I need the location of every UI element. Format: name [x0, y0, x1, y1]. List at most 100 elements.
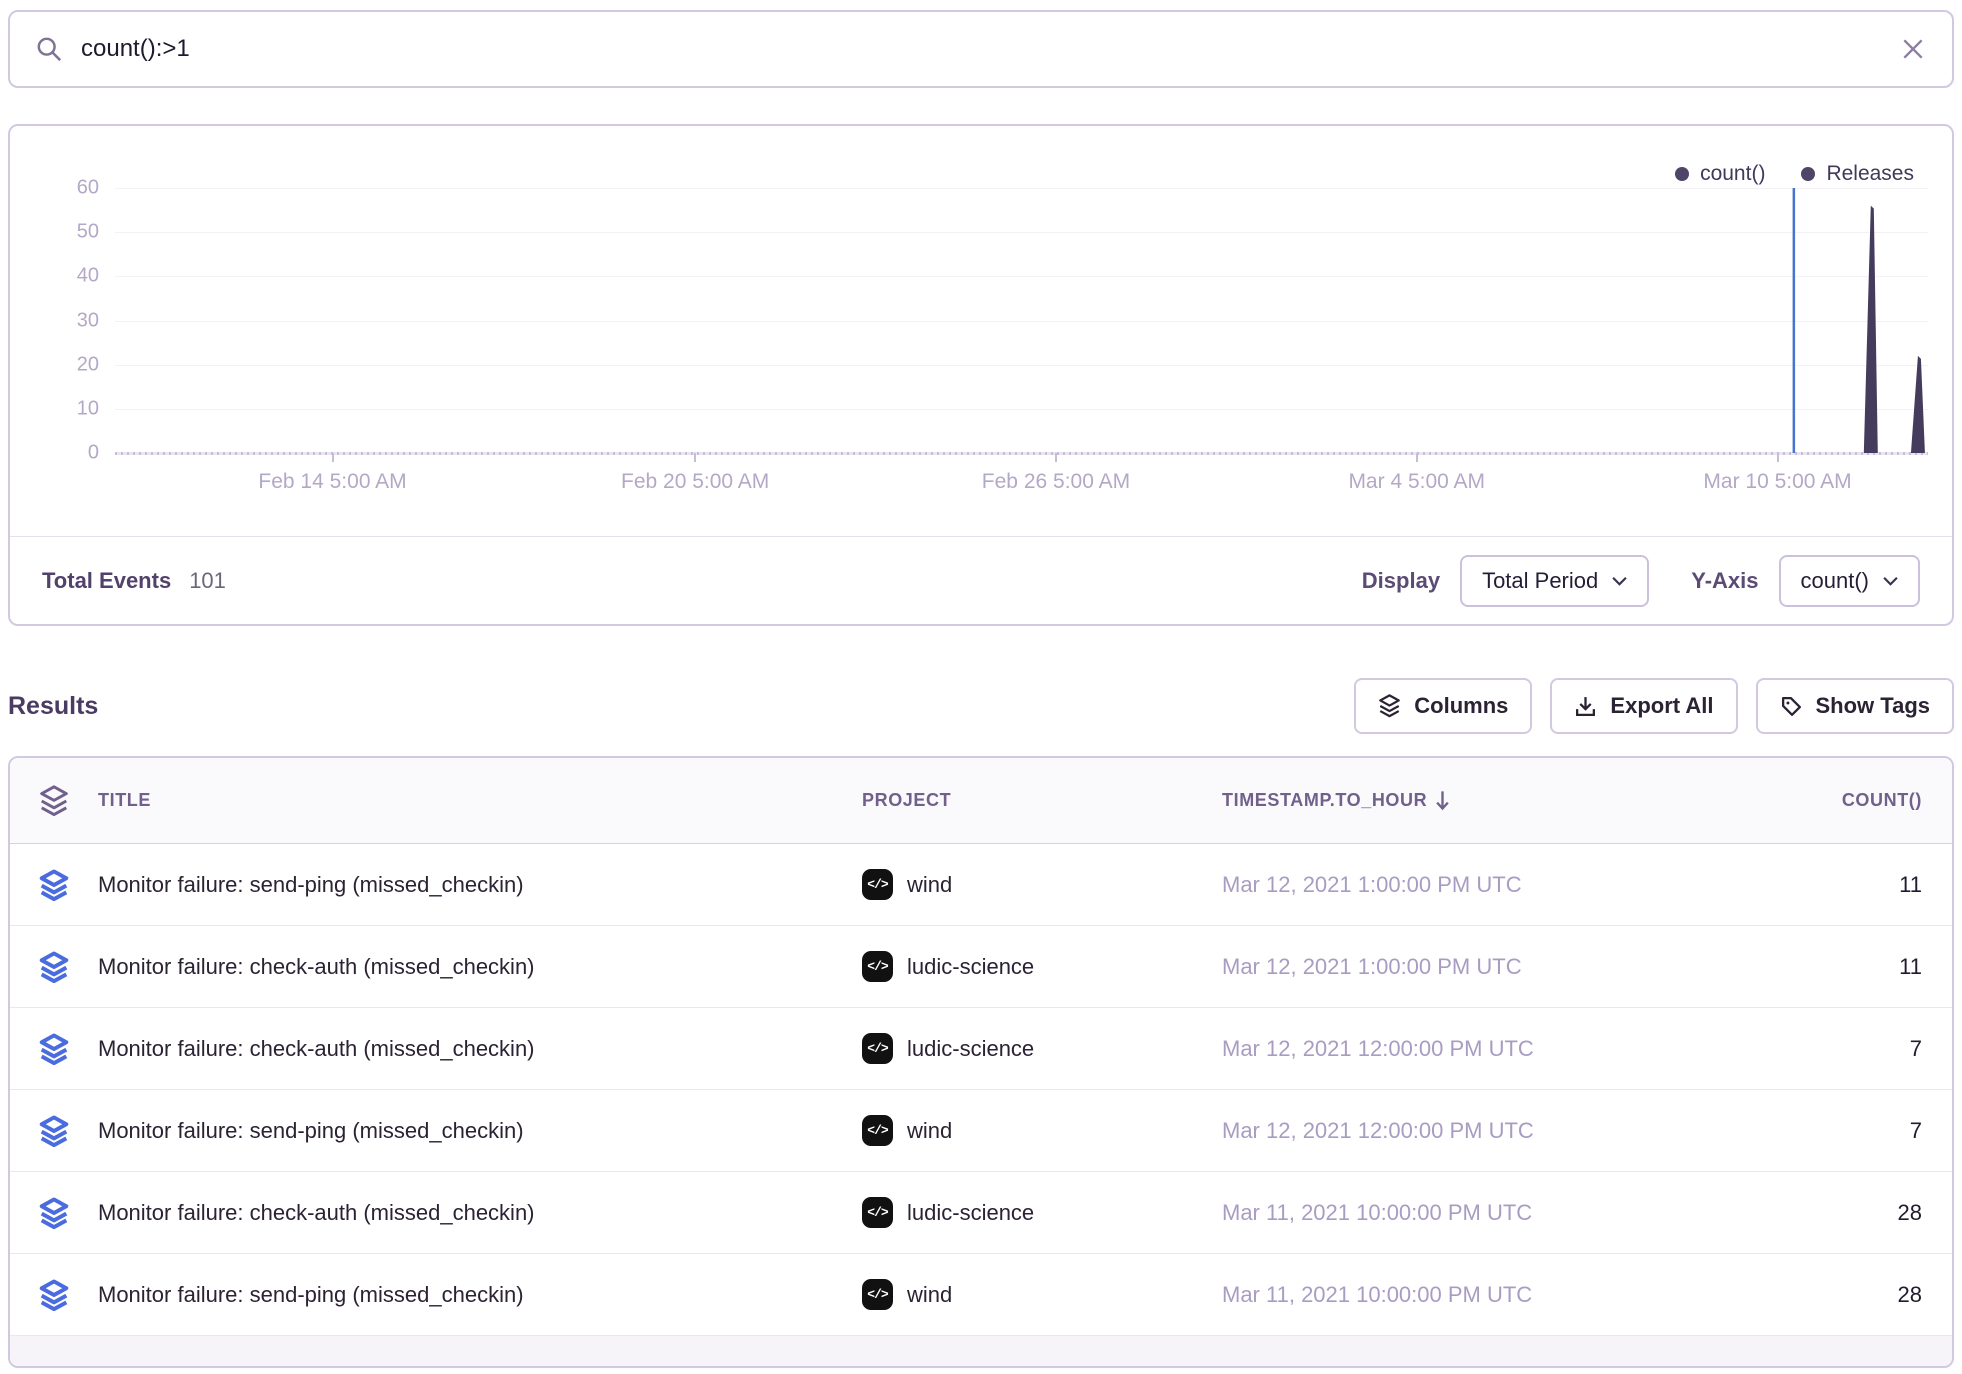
- platform-code-icon: </>: [862, 1115, 893, 1146]
- sort-desc-arrow-icon: [1435, 790, 1450, 812]
- row-stack-icon[interactable]: [10, 1197, 98, 1229]
- results-bar: Results Columns Export All Show Tags: [8, 678, 1954, 734]
- legend-label-releases: Releases: [1826, 162, 1914, 186]
- x-axis-tick-label: Mar 4 5:00 AM: [1348, 470, 1485, 494]
- x-axis-tick-mark: [1416, 453, 1418, 462]
- row-title[interactable]: Monitor failure: send-ping (missed_check…: [98, 872, 862, 898]
- legend-label-count: count(): [1700, 162, 1765, 186]
- row-timestamp: Mar 12, 2021 1:00:00 PM UTC: [1222, 954, 1730, 980]
- row-stack-icon[interactable]: [10, 1033, 98, 1065]
- column-header-timestamp-label: TIMESTAMP.TO_HOUR: [1222, 790, 1427, 811]
- row-stack-icon[interactable]: [10, 1279, 98, 1311]
- column-header-project[interactable]: PROJECT: [862, 790, 1222, 811]
- project-name: wind: [907, 1118, 952, 1144]
- legend-item-count[interactable]: count(): [1675, 162, 1765, 186]
- row-stack-icon[interactable]: [10, 869, 98, 901]
- row-project: </> ludic-science: [862, 1197, 1222, 1228]
- column-header-timestamp[interactable]: TIMESTAMP.TO_HOUR: [1222, 790, 1730, 812]
- row-timestamp: Mar 12, 2021 12:00:00 PM UTC: [1222, 1118, 1730, 1144]
- row-title[interactable]: Monitor failure: check-auth (missed_chec…: [98, 1200, 862, 1226]
- column-header-count[interactable]: COUNT(): [1730, 790, 1952, 811]
- count-series-spike[interactable]: [1864, 206, 1878, 453]
- results-heading: Results: [8, 692, 98, 721]
- row-timestamp: Mar 12, 2021 1:00:00 PM UTC: [1222, 872, 1730, 898]
- row-project: </> wind: [862, 869, 1222, 900]
- row-count: 7: [1730, 1036, 1952, 1062]
- chart-legend[interactable]: count() Releases: [1675, 162, 1914, 186]
- table-body: Monitor failure: send-ping (missed_check…: [10, 844, 1952, 1336]
- header-stack-icon[interactable]: [10, 785, 98, 817]
- platform-code-icon: </>: [862, 1279, 893, 1310]
- search-icon: [36, 36, 63, 63]
- row-count: 28: [1730, 1200, 1952, 1226]
- row-count: 11: [1730, 954, 1952, 980]
- display-dropdown-value: Total Period: [1482, 568, 1598, 594]
- table-row[interactable]: Monitor failure: check-auth (missed_chec…: [10, 926, 1952, 1008]
- x-axis-tick-mark: [1777, 453, 1779, 462]
- results-table: TITLE PROJECT TIMESTAMP.TO_HOUR COUNT() …: [8, 756, 1954, 1368]
- events-chart[interactable]: count() Releases 0102030405060Feb 14 5:0…: [10, 126, 1952, 536]
- y-axis-tick-0: 0: [88, 442, 99, 465]
- download-icon: [1574, 695, 1597, 718]
- y-axis-tick-50: 50: [77, 221, 99, 244]
- search-bar[interactable]: [8, 10, 1954, 88]
- total-events-label: Total Events: [42, 568, 171, 594]
- x-axis-tick-mark: [694, 453, 696, 462]
- y-axis-tick-40: 40: [77, 265, 99, 288]
- export-all-button-label: Export All: [1610, 693, 1713, 719]
- project-name: wind: [907, 1282, 952, 1308]
- display-dropdown[interactable]: Total Period: [1460, 555, 1649, 607]
- x-axis-tick-mark: [1055, 453, 1057, 462]
- show-tags-button[interactable]: Show Tags: [1756, 678, 1955, 734]
- row-count: 28: [1730, 1282, 1952, 1308]
- project-name: wind: [907, 872, 952, 898]
- legend-dot-releases: [1801, 167, 1815, 181]
- x-axis-tick-label: Feb 26 5:00 AM: [982, 470, 1130, 494]
- plot-area: 0102030405060Feb 14 5:00 AMFeb 20 5:00 A…: [115, 188, 1928, 453]
- row-count: 7: [1730, 1118, 1952, 1144]
- table-row[interactable]: Monitor failure: send-ping (missed_check…: [10, 1090, 1952, 1172]
- chart-footer: Total Events 101 Display Total Period Y-…: [10, 536, 1952, 624]
- table-row[interactable]: Monitor failure: check-auth (missed_chec…: [10, 1172, 1952, 1254]
- row-title[interactable]: Monitor failure: send-ping (missed_check…: [98, 1118, 862, 1144]
- yaxis-dropdown-value: count(): [1801, 568, 1869, 594]
- platform-code-icon: </>: [862, 951, 893, 982]
- layers-icon: [1378, 694, 1401, 718]
- table-row[interactable]: Monitor failure: check-auth (missed_chec…: [10, 1008, 1952, 1090]
- project-name: ludic-science: [907, 1036, 1034, 1062]
- row-title[interactable]: Monitor failure: send-ping (missed_check…: [98, 1282, 862, 1308]
- project-name: ludic-science: [907, 1200, 1034, 1226]
- count-series-spike[interactable]: [1911, 356, 1925, 453]
- table-footer: [10, 1336, 1952, 1366]
- events-chart-card: count() Releases 0102030405060Feb 14 5:0…: [8, 124, 1954, 626]
- row-count: 11: [1730, 872, 1952, 898]
- yaxis-dropdown[interactable]: count(): [1779, 555, 1920, 607]
- column-header-title[interactable]: TITLE: [98, 790, 862, 811]
- table-row[interactable]: Monitor failure: send-ping (missed_check…: [10, 844, 1952, 926]
- chevron-down-icon: [1612, 576, 1627, 586]
- clear-search-icon[interactable]: [1900, 36, 1926, 62]
- row-title[interactable]: Monitor failure: check-auth (missed_chec…: [98, 1036, 862, 1062]
- x-axis-tick-mark: [332, 453, 334, 462]
- row-stack-icon[interactable]: [10, 951, 98, 983]
- table-row[interactable]: Monitor failure: send-ping (missed_check…: [10, 1254, 1952, 1336]
- total-events-value: 101: [189, 568, 226, 594]
- row-title[interactable]: Monitor failure: check-auth (missed_chec…: [98, 954, 862, 980]
- legend-dot-count: [1675, 167, 1689, 181]
- yaxis-label: Y-Axis: [1691, 568, 1758, 594]
- row-project: </> wind: [862, 1279, 1222, 1310]
- legend-item-releases[interactable]: Releases: [1801, 162, 1914, 186]
- project-name: ludic-science: [907, 954, 1034, 980]
- show-tags-button-label: Show Tags: [1816, 693, 1931, 719]
- x-axis-tick-label: Feb 20 5:00 AM: [621, 470, 769, 494]
- row-timestamp: Mar 11, 2021 10:00:00 PM UTC: [1222, 1282, 1730, 1308]
- x-axis-tick-label: Feb 14 5:00 AM: [258, 470, 406, 494]
- row-stack-icon[interactable]: [10, 1115, 98, 1147]
- y-axis-tick-60: 60: [77, 177, 99, 200]
- y-axis-tick-10: 10: [77, 397, 99, 420]
- export-all-button[interactable]: Export All: [1550, 678, 1737, 734]
- columns-button[interactable]: Columns: [1354, 678, 1532, 734]
- x-axis-tick-label: Mar 10 5:00 AM: [1703, 470, 1851, 494]
- search-input[interactable]: [81, 35, 1900, 63]
- row-project: </> wind: [862, 1115, 1222, 1146]
